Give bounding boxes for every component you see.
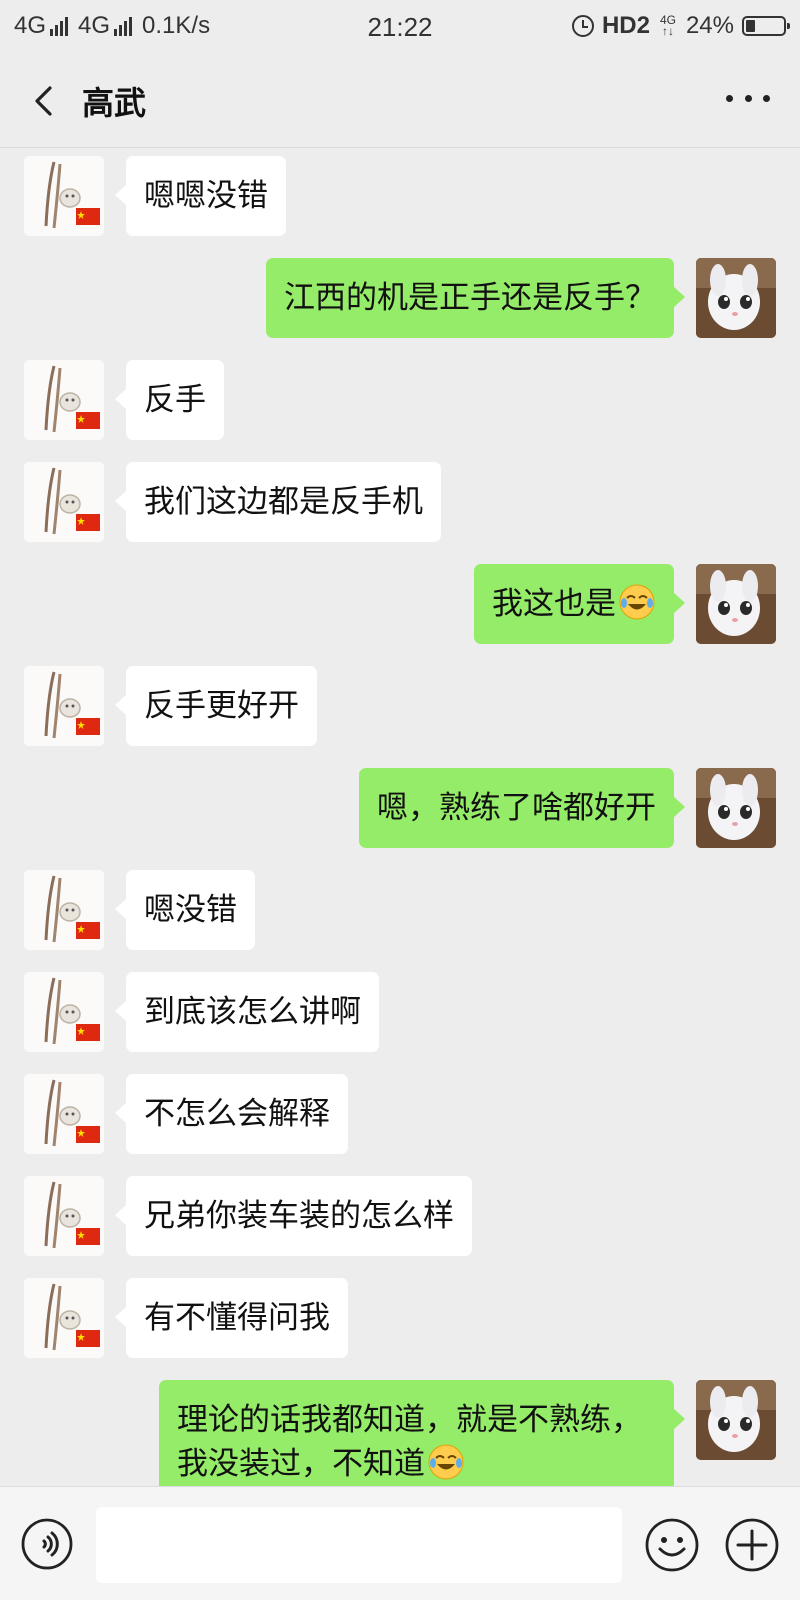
message-text: 我这也是 xyxy=(492,586,616,622)
contact-avatar[interactable] xyxy=(24,462,104,542)
received-message: 到底该怎么讲啊 xyxy=(0,964,800,1052)
contact-avatar[interactable] xyxy=(24,1074,104,1154)
contact-avatar[interactable] xyxy=(24,870,104,950)
message-input[interactable] xyxy=(96,1507,622,1583)
message-bubble[interactable]: 理论的话我都知道，就是不熟练，我没装过，不知道 xyxy=(159,1380,685,1486)
received-message: 有不懂得问我 xyxy=(0,1270,800,1358)
message-bubble[interactable]: 不怎么会解释 xyxy=(115,1074,348,1154)
contact-avatar[interactable] xyxy=(24,156,104,236)
message-text: 江西的机是正手还是反手？ xyxy=(284,280,656,316)
received-message: 嗯没错 xyxy=(0,862,800,950)
battery-icon xyxy=(742,16,790,36)
more-options-icon[interactable] xyxy=(726,86,770,110)
message-bubble[interactable]: 到底该怎么讲啊 xyxy=(115,972,379,1052)
chat-header: 高武 xyxy=(0,56,800,148)
received-message: 兄弟你装车装的怎么样 xyxy=(0,1168,800,1256)
received-message: 反手更好开 xyxy=(0,658,800,746)
contact-avatar[interactable] xyxy=(24,360,104,440)
message-text: 兄弟你装车装的怎么样 xyxy=(144,1198,454,1234)
my-avatar[interactable] xyxy=(696,258,776,338)
emoji-icon[interactable] xyxy=(644,1517,700,1573)
message-bubble[interactable]: 嗯，熟练了啥都好开 xyxy=(359,768,685,848)
message-bubble[interactable]: 反手更好开 xyxy=(115,666,317,746)
battery-level xyxy=(746,20,755,32)
message-text: 不怎么会解释 xyxy=(144,1096,330,1132)
contact-avatar[interactable] xyxy=(24,1176,104,1256)
message-text: 有不懂得问我 xyxy=(144,1300,330,1336)
my-avatar[interactable] xyxy=(696,768,776,848)
contact-avatar[interactable] xyxy=(24,972,104,1052)
message-text: 反手更好开 xyxy=(144,688,299,724)
contact-avatar[interactable] xyxy=(24,666,104,746)
status-bar: 4G 4G 0.1K/s 21:22 HD2 4G ↑↓ 24% xyxy=(0,0,800,56)
message-bubble[interactable]: 江西的机是正手还是反手？ xyxy=(266,258,685,338)
battery-percentage: 24% xyxy=(685,12,734,39)
message-bubble[interactable]: 嗯嗯没错 xyxy=(115,156,286,236)
received-message: 反手 xyxy=(0,352,800,440)
message-list[interactable]: 嗯嗯没错 江西的机是正手还是反手？ 反手 我们这边都是反手机 我这也是 反手更好… xyxy=(0,148,800,1486)
my-avatar[interactable] xyxy=(696,564,776,644)
message-bubble[interactable]: 有不懂得问我 xyxy=(115,1278,348,1358)
received-message: 我们这边都是反手机 xyxy=(0,454,800,542)
message-text: 理论的话我都知道，就是不熟练，我没装过，不知道 xyxy=(177,1402,642,1482)
alarm-icon xyxy=(571,15,594,37)
data-activity-icon: 4G ↑↓ xyxy=(658,14,678,38)
message-bubble[interactable]: 兄弟你装车装的怎么样 xyxy=(115,1176,472,1256)
sent-message: 江西的机是正手还是反手？ xyxy=(0,250,800,338)
message-text: 嗯没错 xyxy=(144,892,237,928)
laughing-crying-emoji xyxy=(428,1444,464,1480)
message-bubble[interactable]: 嗯没错 xyxy=(115,870,255,950)
back-arrow-icon[interactable] xyxy=(28,84,62,118)
message-text: 我们这边都是反手机 xyxy=(144,484,423,520)
laughing-crying-emoji xyxy=(619,584,655,620)
voice-input-icon[interactable] xyxy=(20,1517,74,1571)
sent-message: 理论的话我都知道，就是不熟练，我没装过，不知道 xyxy=(0,1372,800,1486)
sent-message: 嗯，熟练了啥都好开 xyxy=(0,760,800,848)
message-text: 反手 xyxy=(144,382,206,418)
message-bubble[interactable]: 我们这边都是反手机 xyxy=(115,462,441,542)
received-message: 不怎么会解释 xyxy=(0,1066,800,1154)
message-text: 到底该怎么讲啊 xyxy=(144,994,361,1030)
message-text: 嗯嗯没错 xyxy=(144,178,268,214)
hd-indicator: HD2 xyxy=(601,12,650,39)
status-right: HD2 4G ↑↓ 24% xyxy=(571,12,790,40)
data-arrows: ↑↓ xyxy=(661,24,674,38)
chat-title: 高武 xyxy=(82,84,147,122)
received-message: 嗯嗯没错 xyxy=(0,148,800,236)
message-text: 嗯，熟练了啥都好开 xyxy=(377,790,656,826)
add-more-icon[interactable] xyxy=(724,1517,780,1573)
message-bubble[interactable]: 我这也是 xyxy=(474,564,685,644)
input-bar xyxy=(0,1486,800,1600)
message-bubble[interactable]: 反手 xyxy=(115,360,224,440)
sent-message: 我这也是 xyxy=(0,556,800,644)
contact-avatar[interactable] xyxy=(24,1278,104,1358)
my-avatar[interactable] xyxy=(696,1380,776,1460)
